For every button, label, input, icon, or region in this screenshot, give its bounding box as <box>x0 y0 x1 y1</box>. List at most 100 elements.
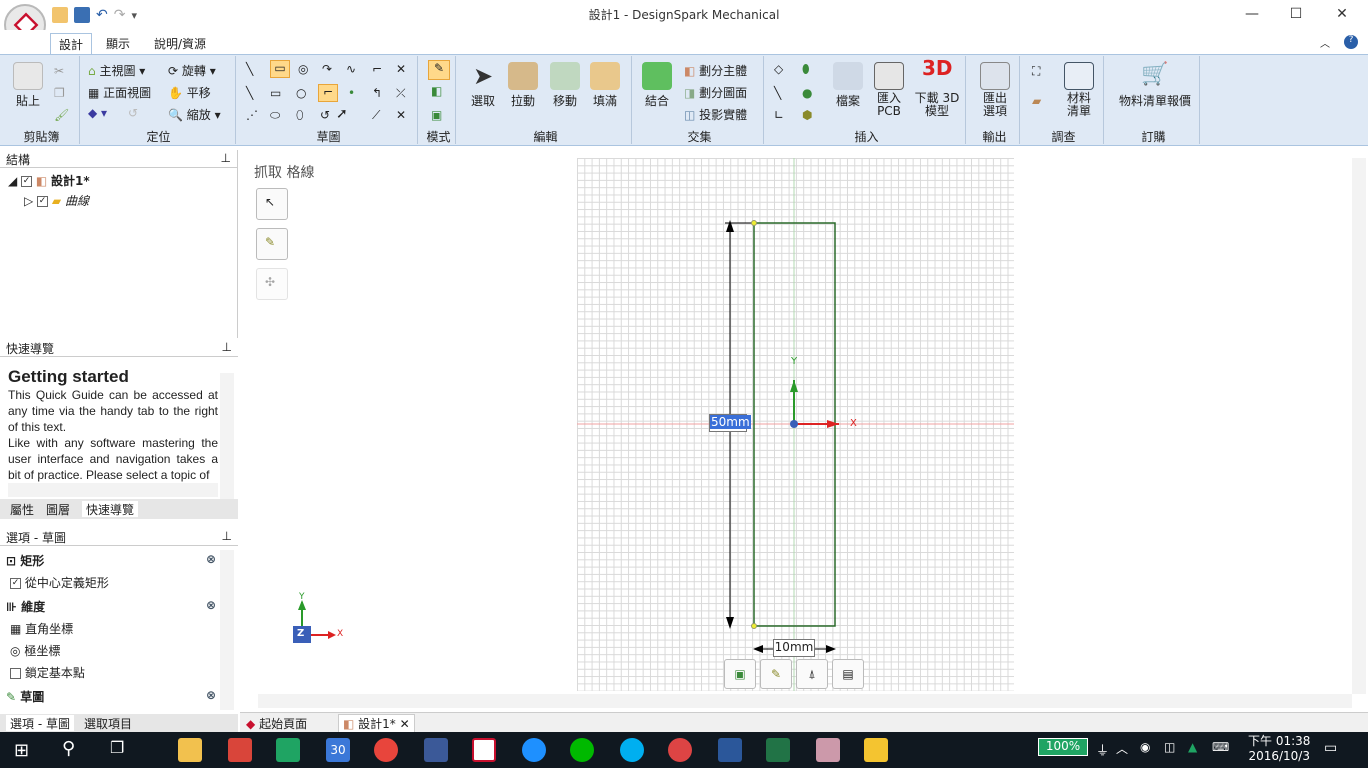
move-grid-icon[interactable]: ⍋ <box>796 659 828 689</box>
paint-icon[interactable] <box>816 738 840 762</box>
task-view-icon[interactable]: ❐ <box>110 738 124 757</box>
circle-tool-icon[interactable]: ◎ <box>298 62 308 76</box>
combine-button[interactable]: 結合 <box>640 62 674 109</box>
curve-checkbox[interactable]: ✓ <box>37 196 49 207</box>
sketch-plane-button[interactable]: ✎ <box>256 228 288 260</box>
quick-guide-vscroll[interactable] <box>220 373 234 499</box>
from-center-option[interactable]: ✓ 從中心定義矩形 <box>6 574 216 598</box>
three-point-rect-icon[interactable]: ▭ <box>270 86 281 100</box>
from-center-checkbox[interactable]: ✓ <box>10 578 21 589</box>
pan-button[interactable]: ✋ 平移 <box>168 84 211 101</box>
line-icon[interactable] <box>570 738 594 762</box>
facebook-icon[interactable] <box>424 738 448 762</box>
file-explorer-icon[interactable] <box>178 738 202 762</box>
collapse-icon[interactable]: ⊗ <box>206 598 216 612</box>
word-icon[interactable] <box>718 738 742 762</box>
tab-selection[interactable]: 選取項目 <box>84 715 132 731</box>
pull-button[interactable]: 拉動 <box>506 62 540 109</box>
collapse-icon[interactable]: ⊗ <box>206 688 216 702</box>
photos-icon[interactable] <box>668 738 692 762</box>
copy-icon[interactable]: ❐ <box>54 86 65 100</box>
google-drive-icon[interactable] <box>276 738 300 762</box>
minimize-button[interactable]: — <box>1240 6 1264 24</box>
paste-button[interactable]: 貼上 <box>8 62 48 109</box>
pin-icon[interactable]: ⊥ <box>221 151 231 165</box>
tab-options-sketch[interactable]: 選項 - 草圖 <box>6 715 74 731</box>
drive-sync-icon[interactable]: ▲ <box>1188 740 1197 754</box>
bom-quote-button[interactable]: 🛒 物料清單報價 <box>1114 62 1196 109</box>
split-body-button[interactable]: ◧ 劃分主體 <box>684 62 747 79</box>
height-dimension-field[interactable]: 50mm <box>709 414 751 432</box>
pin-icon[interactable]: ⊥ <box>222 529 232 543</box>
fill-button[interactable]: 填滿 <box>588 62 622 109</box>
tree-root[interactable]: ◢ ✓ ◧ 設計1* <box>8 172 229 189</box>
polygon-tool-icon[interactable]: ⬭ <box>270 108 280 123</box>
collapse-ribbon-icon[interactable]: ︿ <box>1320 35 1330 50</box>
plan-view-icon[interactable]: ▤ <box>832 659 864 689</box>
project-button[interactable]: ◫ 投影實體 <box>684 106 747 123</box>
show-hidden-icons[interactable]: ︿ <box>1116 740 1128 757</box>
collapse-icon[interactable]: ⊗ <box>206 552 216 566</box>
excel-icon[interactable] <box>766 738 790 762</box>
close-button[interactable]: ✕ <box>1330 6 1354 24</box>
polar-option[interactable]: ◎ 極坐標 <box>6 642 216 664</box>
network-icon[interactable]: ◫ <box>1164 740 1175 754</box>
rectangle-tool-icon[interactable]: ▭ <box>270 60 290 78</box>
internet-explorer-icon[interactable] <box>522 738 546 762</box>
tab-design1[interactable]: ◧ 設計1* ✕ <box>338 714 415 732</box>
front-view-button[interactable]: ▦ 正面視圖 <box>88 84 151 101</box>
bend-tool-icon[interactable]: ⟋ <box>372 108 380 123</box>
section-mode-icon[interactable]: ◧ <box>431 84 442 98</box>
select-new-plane-icon[interactable]: ✎ <box>760 659 792 689</box>
tangent-line-icon[interactable]: ╲ <box>246 86 253 100</box>
offset-tool-icon[interactable]: ⌐ <box>318 84 338 102</box>
arc-tool-icon[interactable]: ↷ <box>322 62 332 76</box>
pin-icon[interactable]: ⊥ <box>222 340 232 354</box>
point-tool-icon[interactable]: • <box>348 86 355 100</box>
tab-help-resources[interactable]: 說明/資源 <box>146 33 214 54</box>
trim-tool-icon[interactable]: ⌐ <box>372 62 382 76</box>
format-painter-icon[interactable]: 🖌 <box>54 108 69 122</box>
skype-icon[interactable] <box>620 738 644 762</box>
root-checkbox[interactable]: ✓ <box>21 176 33 187</box>
sketch-section[interactable]: ✎ 草圖 ⊗ <box>6 688 216 710</box>
select-button[interactable]: ➤ 選取 <box>466 62 500 109</box>
tips-icon[interactable] <box>864 738 888 762</box>
tree-child[interactable]: ▷ ✓ ▰ 曲線 <box>8 192 229 209</box>
origin-icon[interactable]: ∟ <box>774 108 784 122</box>
download-3d-button[interactable]: 3D 下載 3D 模型 <box>912 58 962 118</box>
corner-tool-icon[interactable]: ↰ <box>372 86 382 100</box>
file-button[interactable]: 檔案 <box>828 62 868 109</box>
move-button[interactable]: 移動 <box>548 62 582 109</box>
view-cube-button[interactable]: ◆ ▾ <box>88 106 107 120</box>
chrome-icon[interactable] <box>374 738 398 762</box>
windows-start-icon[interactable]: ⊞ <box>14 740 29 761</box>
ellipse-tool-icon[interactable]: ⬯ <box>296 108 304 123</box>
rotate-button[interactable]: ⟳ 旋轉 ▾ <box>168 62 216 79</box>
clock[interactable]: 下午 01:38 2016/10/3 <box>1248 734 1310 764</box>
lock-base-checkbox[interactable] <box>10 668 21 679</box>
width-dimension-field[interactable]: 10mm <box>773 639 815 657</box>
bom-button[interactable]: 材料 清單 <box>1062 62 1096 118</box>
mass-icon[interactable]: ▰ <box>1032 94 1041 108</box>
3d-mode-icon[interactable]: ▣ <box>431 108 442 122</box>
cylinder-icon[interactable]: ⬮ <box>802 62 810 77</box>
keyboard-icon[interactable]: ⌨ <box>1212 740 1229 754</box>
spin-icon[interactable]: ↺ <box>128 106 138 120</box>
split-curve-icon[interactable]: ✕ <box>396 108 406 122</box>
close-tab-icon[interactable]: ✕ <box>400 717 410 731</box>
zoom-button[interactable]: 🔍 縮放 ▾ <box>168 106 221 123</box>
measure-icon[interactable]: ⛶ <box>1032 64 1040 79</box>
tray-app-icon[interactable]: ◉ <box>1140 740 1150 754</box>
lock-base-option[interactable]: 鎖定基本點 <box>6 664 216 688</box>
canvas-vscroll[interactable] <box>1352 158 1366 694</box>
tab-design[interactable]: 設計 <box>50 33 93 54</box>
tab-layers[interactable]: 圖層 <box>46 501 70 517</box>
canvas-hscroll[interactable] <box>258 694 1352 708</box>
cut-icon[interactable]: ✂ <box>54 64 64 78</box>
calendar-icon[interactable]: 30 <box>326 738 350 762</box>
maximize-button[interactable]: ☐ <box>1284 6 1308 24</box>
three-point-circle-icon[interactable]: ○ <box>296 86 306 100</box>
split-face-button[interactable]: ◨ 劃分圖面 <box>684 84 747 101</box>
gmail-icon[interactable] <box>228 738 252 762</box>
